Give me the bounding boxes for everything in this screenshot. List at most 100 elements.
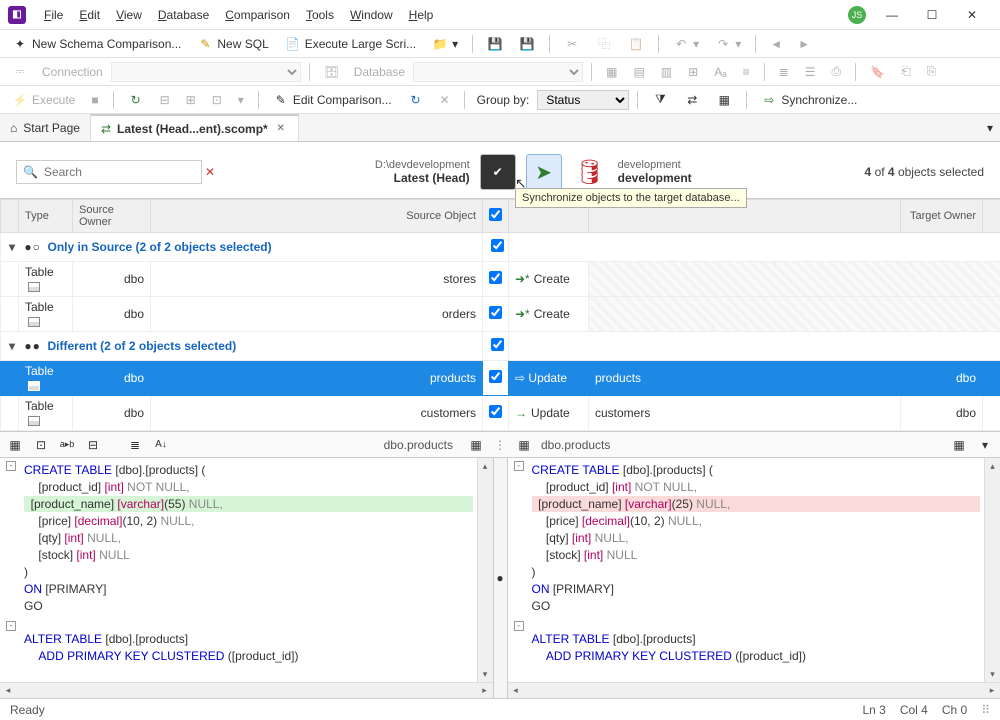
nav-fwd-button[interactable]: ► xyxy=(792,35,816,53)
save-button[interactable]: 💾 xyxy=(481,34,509,54)
table-row[interactable]: Table dbocustomers →Update customersdbo xyxy=(1,396,1000,431)
row-check[interactable] xyxy=(489,370,502,383)
tb3-c[interactable]: ⊡ xyxy=(206,91,228,109)
tb2-2[interactable]: ▤ xyxy=(627,63,650,81)
diff-btn-1[interactable]: ▦ xyxy=(6,436,24,454)
search-input[interactable] xyxy=(44,165,199,179)
tb3-d[interactable]: ▾ xyxy=(232,91,250,109)
search-box[interactable]: 🔍 ✕ xyxy=(16,160,202,184)
edit-comparison-button[interactable]: ✎Edit Comparison... xyxy=(267,90,398,110)
tb3-a[interactable]: ⊟ xyxy=(154,91,176,109)
col-source-owner[interactable]: Source Owner xyxy=(73,200,151,233)
tab-comparison[interactable]: ⇄Latest (Head...ent).scomp*✕ xyxy=(91,114,299,141)
connection-select[interactable] xyxy=(111,62,301,82)
tb2-11[interactable]: ⎗ xyxy=(895,62,917,81)
diff-splitter[interactable]: ● xyxy=(494,458,508,698)
col-type[interactable]: Type xyxy=(19,200,73,233)
swap-button[interactable]: ⇄ xyxy=(678,90,706,110)
col-source-object[interactable]: Source Object xyxy=(151,200,483,233)
refresh-comparison-button[interactable]: ↻ xyxy=(402,90,430,110)
menu-comparison[interactable]: Comparison xyxy=(217,8,298,22)
synchronize-button[interactable]: ⇨Synchronize... xyxy=(755,90,863,110)
execute-large-button[interactable]: 📄Execute Large Scri... xyxy=(279,34,422,54)
cut-button[interactable]: ✂ xyxy=(558,34,586,54)
tb2-8[interactable]: ☰ xyxy=(799,63,822,81)
new-sql-button[interactable]: ✎New SQL xyxy=(191,34,274,54)
copy-button[interactable]: ⿻ xyxy=(590,34,618,54)
diff-btn-2[interactable]: ⊡ xyxy=(32,436,50,454)
tb2-6[interactable]: ≡ xyxy=(737,63,756,81)
new-comparison-button[interactable]: ✦New Schema Comparison... xyxy=(6,34,187,54)
tabs-menu[interactable]: ▾ xyxy=(980,114,1000,141)
tb2-7[interactable]: ≣ xyxy=(773,63,795,81)
row-check[interactable] xyxy=(489,271,502,284)
menu-file[interactable]: File xyxy=(36,8,71,22)
table-row-selected[interactable]: Table dboproducts ⇨ Update productsdbo xyxy=(1,361,1000,396)
connect-button[interactable]: ⎓ xyxy=(6,62,34,82)
diff-btn-6[interactable]: A↓ xyxy=(152,436,170,454)
diff-btn-3[interactable]: a▸b xyxy=(58,436,76,454)
hscrollbar-right[interactable]: ◂▸ xyxy=(508,682,1000,698)
synchronize-big-button[interactable]: ➤ xyxy=(526,154,562,190)
row-check[interactable] xyxy=(489,306,502,319)
fold-icon[interactable]: - xyxy=(514,621,524,631)
paste-button[interactable]: 📋 xyxy=(622,34,650,54)
nav-back-button[interactable]: ◄ xyxy=(764,35,788,53)
diff-btn-4[interactable]: ⊟ xyxy=(84,436,102,454)
diff-btn-5[interactable]: ≣ xyxy=(126,436,144,454)
row-check[interactable] xyxy=(489,405,502,418)
open-dropdown[interactable]: 📁▾ xyxy=(426,34,464,54)
minimize-button[interactable]: — xyxy=(872,0,912,30)
cancel-refresh-button[interactable]: ✕ xyxy=(434,91,456,109)
stop-button[interactable]: ■ xyxy=(85,91,104,109)
group-by-select[interactable]: Status xyxy=(537,90,629,110)
menu-database[interactable]: Database xyxy=(150,8,217,22)
hscrollbar-left[interactable]: ◂▸ xyxy=(0,682,493,698)
database-icon-button[interactable]: 🗄 xyxy=(318,62,346,82)
redo-button[interactable]: ↷▾ xyxy=(709,34,747,54)
fold-icon[interactable]: - xyxy=(6,461,16,471)
group-check-1[interactable] xyxy=(491,239,504,252)
user-avatar[interactable]: JS xyxy=(848,6,866,24)
group-check-2[interactable] xyxy=(491,338,504,351)
tb2-12[interactable]: ⎘ xyxy=(921,62,943,81)
tb2-1[interactable]: ▦ xyxy=(600,63,623,81)
menu-view[interactable]: View xyxy=(108,8,150,22)
table-row[interactable]: Table dboorders ➜*Create xyxy=(1,297,1000,332)
col-target-owner[interactable]: Target Owner xyxy=(901,200,983,233)
menu-help[interactable]: Help xyxy=(401,8,442,22)
sql-source-right[interactable]: -CREATE TABLE [dbo].[products] ( [produc… xyxy=(508,458,985,682)
diff-view-1[interactable]: ▦ xyxy=(950,436,968,454)
col-include[interactable] xyxy=(483,200,509,233)
maximize-button[interactable]: ☐ xyxy=(912,0,952,30)
vscrollbar-right[interactable]: ▴▾ xyxy=(984,458,1000,682)
sql-source-left[interactable]: -CREATE TABLE [dbo].[products] ( [produc… xyxy=(0,458,477,682)
group-different[interactable]: ▾ ●● Different (2 of 2 objects selected) xyxy=(1,332,1000,361)
close-button[interactable]: ✕ xyxy=(952,0,992,30)
bookmark-button[interactable]: 🔖 xyxy=(864,63,891,81)
refresh-small[interactable]: ↻ xyxy=(122,90,150,110)
execute-button[interactable]: ⚡Execute xyxy=(6,90,81,110)
menu-edit[interactable]: Edit xyxy=(71,8,108,22)
tb2-3[interactable]: ▥ xyxy=(655,63,678,81)
tb2-9[interactable]: ⎙ xyxy=(826,62,848,81)
vscrollbar-left[interactable]: ▴▾ xyxy=(477,458,493,682)
save-all-button[interactable]: 💾 xyxy=(513,34,541,54)
status-resize-grip[interactable]: ⠿ xyxy=(981,703,990,717)
database-select[interactable] xyxy=(413,62,583,82)
tb2-4[interactable]: ⊞ xyxy=(682,63,704,81)
table-row[interactable]: Table dbostores ➜*Create xyxy=(1,262,1000,297)
tb2-5[interactable]: Aₐ xyxy=(708,63,732,81)
group-only-in-source[interactable]: ▾ ●○ Only in Source (2 of 2 objects sele… xyxy=(1,233,1000,262)
tab-start-page[interactable]: ⌂Start Page xyxy=(0,114,91,141)
tb3-b[interactable]: ⊞ xyxy=(180,91,202,109)
fold-icon[interactable]: - xyxy=(514,461,524,471)
menu-tools[interactable]: Tools xyxy=(298,8,342,22)
undo-button[interactable]: ↶▾ xyxy=(667,34,705,54)
tab-close-button[interactable]: ✕ xyxy=(274,122,288,136)
fold-icon[interactable]: - xyxy=(6,621,16,631)
report-button[interactable]: ▦ xyxy=(710,90,738,110)
filter-button[interactable]: ⧩ xyxy=(646,90,674,110)
menu-window[interactable]: Window xyxy=(342,8,401,22)
diff-view-2[interactable]: ▾ xyxy=(976,436,994,454)
